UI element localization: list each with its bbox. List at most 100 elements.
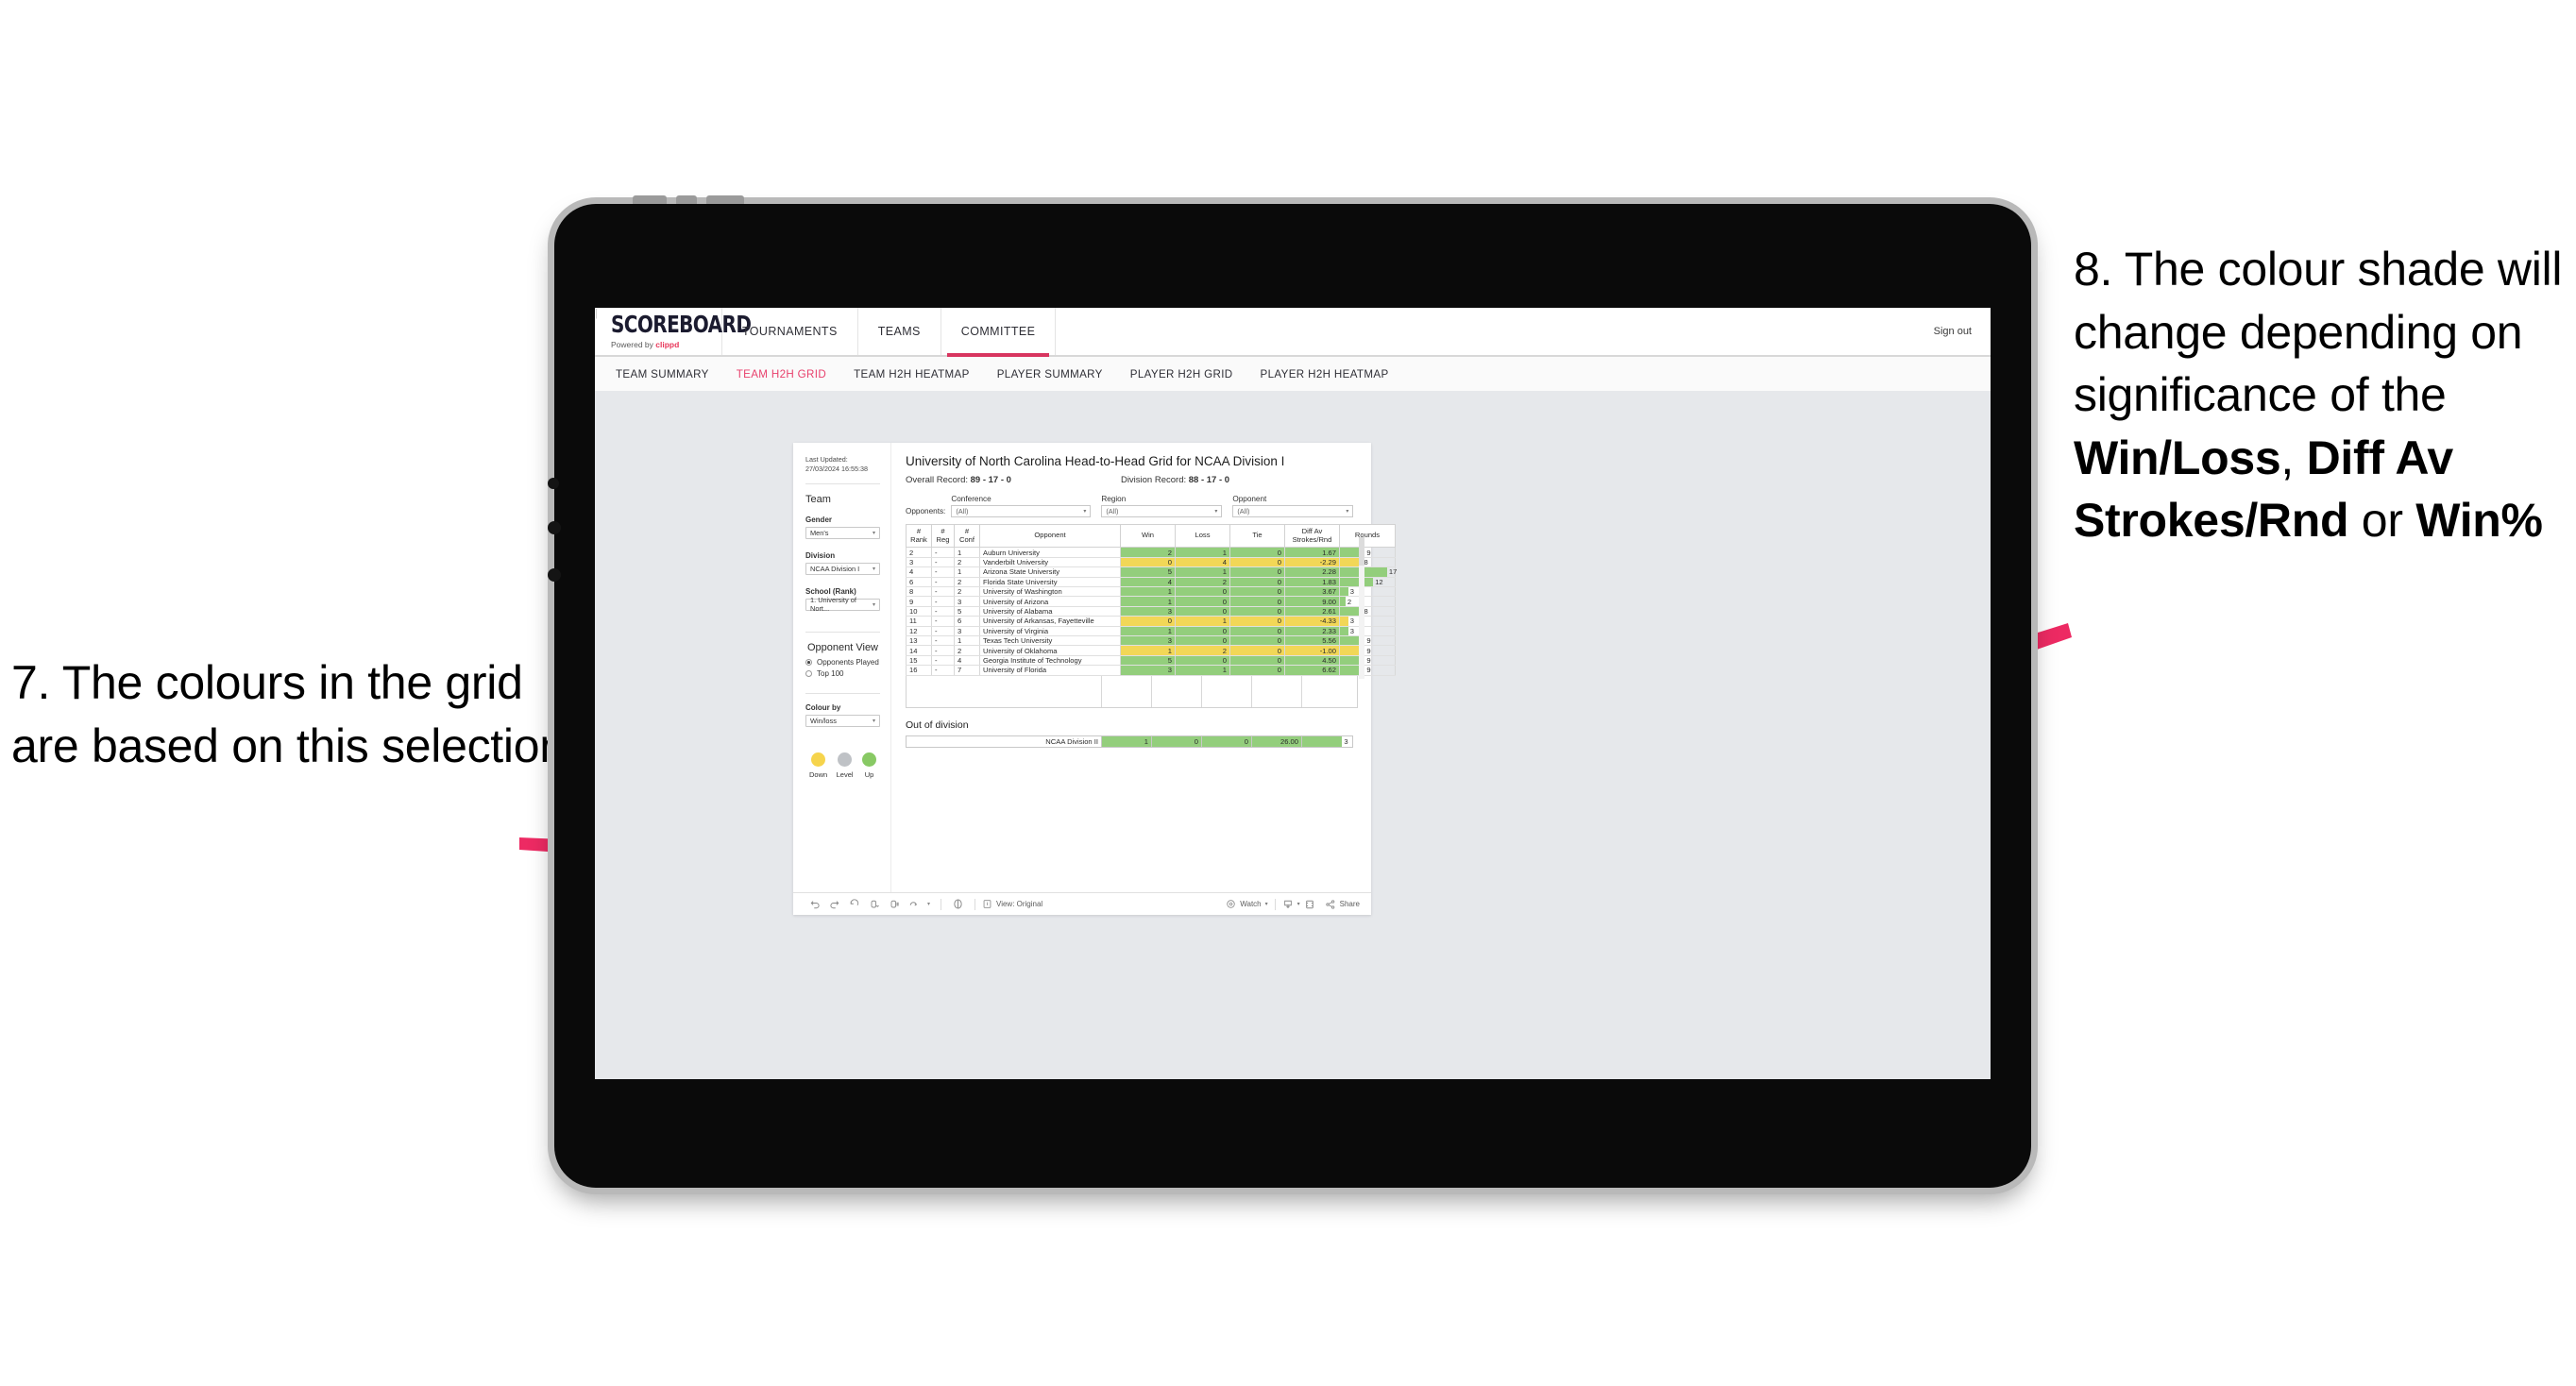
arrow-loop-icon[interactable]	[904, 894, 924, 914]
table-row[interactable]: 15-4 Georgia Institute of Technology 5 0 0 4.…	[906, 655, 1396, 667]
control-sidebar: Last Updated: 27/03/2024 16:55:38 Team G…	[793, 443, 891, 892]
col-rank: # Rank	[906, 523, 932, 549]
table-scrollbar[interactable]	[1359, 537, 1364, 679]
ood-rounds: 3	[1301, 735, 1353, 748]
share-button[interactable]: Share	[1325, 899, 1360, 910]
sub-nav-team-summary[interactable]: TEAM SUMMARY	[616, 368, 709, 380]
sign-out-label: Sign out	[1933, 326, 1972, 337]
cell-loss: 0	[1175, 655, 1230, 667]
overall-record-value: 89 - 17 - 0	[970, 475, 1011, 485]
rounds-bar	[1340, 617, 1348, 626]
undo-icon[interactable]	[805, 894, 824, 914]
annotation-segment: 8. The colour shade will change dependin…	[2074, 243, 2563, 421]
table-row[interactable]: 3-2 Vanderbilt University 0 4 0 -2.29 8	[906, 557, 1396, 568]
cell-rank: 16	[906, 665, 932, 676]
rounds-bar	[1340, 577, 1374, 586]
filter-region-select[interactable]: (All) ▾	[1101, 505, 1223, 517]
top-nav-tournaments[interactable]: TOURNAMENTS	[722, 308, 858, 355]
cell-tie: 0	[1229, 566, 1285, 578]
divider	[805, 692, 880, 694]
filter-label: Conference	[951, 495, 991, 503]
download-button[interactable]: ▾	[1282, 899, 1300, 910]
cell-rank: 13	[906, 635, 932, 647]
cell-loss: 1	[1175, 547, 1230, 558]
filter-conference-select[interactable]: (All) ▾	[951, 505, 1092, 517]
cell-reg: -	[931, 577, 955, 588]
rounds-value: 12	[1375, 577, 1383, 586]
cell-diff: 3.67	[1284, 586, 1340, 598]
table-row[interactable]: 13-1 Texas Tech University 3 0 0 5.56 9	[906, 635, 1396, 647]
table-row[interactable]: 9-3 University of Arizona 1 0 0 9.00 2	[906, 596, 1396, 607]
pause-icon[interactable]	[884, 894, 904, 914]
rounds-value: 9	[1366, 636, 1371, 646]
table-row[interactable]: 4-1 Arizona State University 5 1 0 2.28 17	[906, 566, 1398, 578]
cell-loss: 0	[1175, 626, 1230, 636]
filter-value: (All)	[1106, 507, 1119, 516]
gender-select[interactable]: Men's ▾	[805, 526, 880, 539]
radio-opponents-played[interactable]: Opponents Played	[805, 658, 880, 667]
sub-nav-team-h2h-grid[interactable]: TEAM H2H GRID	[737, 368, 826, 380]
top-nav-teams[interactable]: TEAMS	[858, 308, 941, 355]
radio-icon	[805, 658, 812, 666]
radio-label: Opponents Played	[817, 657, 879, 667]
blank-cell	[1102, 675, 1152, 707]
cell-loss: 4	[1175, 557, 1230, 568]
ood-label: NCAA Division II	[965, 735, 1102, 748]
cell-tie: 0	[1229, 577, 1285, 588]
cell-opponent: Vanderbilt University	[979, 557, 1121, 568]
filter-opponent-select[interactable]: (All) ▾	[1232, 505, 1354, 517]
table-row[interactable]: 6-2 Florida State University 4 2 0 1.83 12	[906, 577, 1396, 588]
chevron-down-icon[interactable]: ▾	[924, 894, 934, 914]
chevron-down-icon: ▾	[872, 530, 875, 536]
cell-win: 1	[1120, 586, 1176, 598]
cell-loss: 2	[1175, 645, 1230, 656]
sign-out-area[interactable]: | Sign out	[595, 308, 1991, 355]
table-row[interactable]: 16-7 University of Florida 3 1 0 6.62 9	[906, 665, 1396, 676]
sub-nav-player-h2h-grid[interactable]: PLAYER H2H GRID	[1130, 368, 1233, 380]
col-opponent: Opponent	[979, 523, 1121, 549]
fullscreen-icon[interactable]	[1300, 894, 1320, 914]
cell-conf: 3	[954, 626, 980, 636]
legend-dot-down	[811, 752, 826, 767]
watch-button[interactable]: Watch ▾	[1226, 899, 1268, 909]
sub-nav-team-h2h-heatmap[interactable]: TEAM H2H HEATMAP	[854, 368, 970, 380]
cell-rounds: 17	[1339, 566, 1398, 578]
cell-diff: -2.29	[1284, 557, 1340, 568]
school-rank-select[interactable]: 1. University of Nort... ▾	[805, 596, 880, 613]
sub-nav-player-h2h-heatmap[interactable]: PLAYER H2H HEATMAP	[1261, 368, 1389, 380]
cell-tie: 0	[1229, 635, 1285, 647]
ood-diff: 26.00	[1251, 735, 1302, 748]
colour-by-select[interactable]: Win/loss ▾	[805, 714, 880, 727]
table-row[interactable]: 12-3 University of Virginia 1 0 0 2.33 3	[906, 626, 1396, 636]
opponents-label: Opponents:	[906, 507, 946, 516]
division-select[interactable]: NCAA Division I ▾	[805, 562, 880, 575]
cell-diff: 6.62	[1284, 665, 1340, 676]
cell-reg: -	[931, 547, 955, 558]
col-loss: Loss	[1175, 523, 1230, 549]
radio-top-100[interactable]: Top 100	[805, 669, 880, 678]
top-nav-committee[interactable]: COMMITTEE	[941, 308, 1057, 357]
view-original-button[interactable]: View: Original	[982, 899, 1042, 909]
scrollbar-thumb[interactable]	[1359, 537, 1364, 566]
cell-rank: 2	[906, 547, 932, 558]
cell-rank: 8	[906, 586, 932, 598]
revert-icon[interactable]	[844, 894, 864, 914]
brand-logo[interactable]: SCOREBOARD Powered by clippd	[595, 308, 752, 355]
table-row[interactable]: 2-1 Auburn University 2 1 0 1.67 9	[906, 547, 1396, 558]
rounds-value: 17	[1388, 567, 1398, 577]
sub-nav-player-summary[interactable]: PLAYER SUMMARY	[997, 368, 1103, 380]
filter-value: (All)	[956, 507, 969, 516]
table-row[interactable]: 14-2 University of Oklahoma 1 2 0 -1.00 9	[906, 645, 1396, 656]
annotation-segment: ,	[2280, 431, 2307, 484]
table-row[interactable]: 8-2 University of Washington 1 0 0 3.67 3	[906, 586, 1396, 598]
pause-circle-icon[interactable]	[948, 894, 968, 914]
rounds-bar	[1340, 587, 1348, 597]
table-row[interactable]: 11-6 University of Arkansas, Fayetteville…	[906, 616, 1396, 627]
legend-label: Up	[864, 769, 874, 779]
table-row[interactable]: 10-5 University of Alabama 3 0 0 2.61 8	[906, 606, 1396, 617]
cell-rank: 11	[906, 616, 932, 627]
refresh-icon[interactable]	[864, 894, 884, 914]
filter-region: Region (All) ▾	[1101, 495, 1223, 517]
redo-icon[interactable]	[824, 894, 844, 914]
cell-diff: 1.67	[1284, 547, 1340, 558]
